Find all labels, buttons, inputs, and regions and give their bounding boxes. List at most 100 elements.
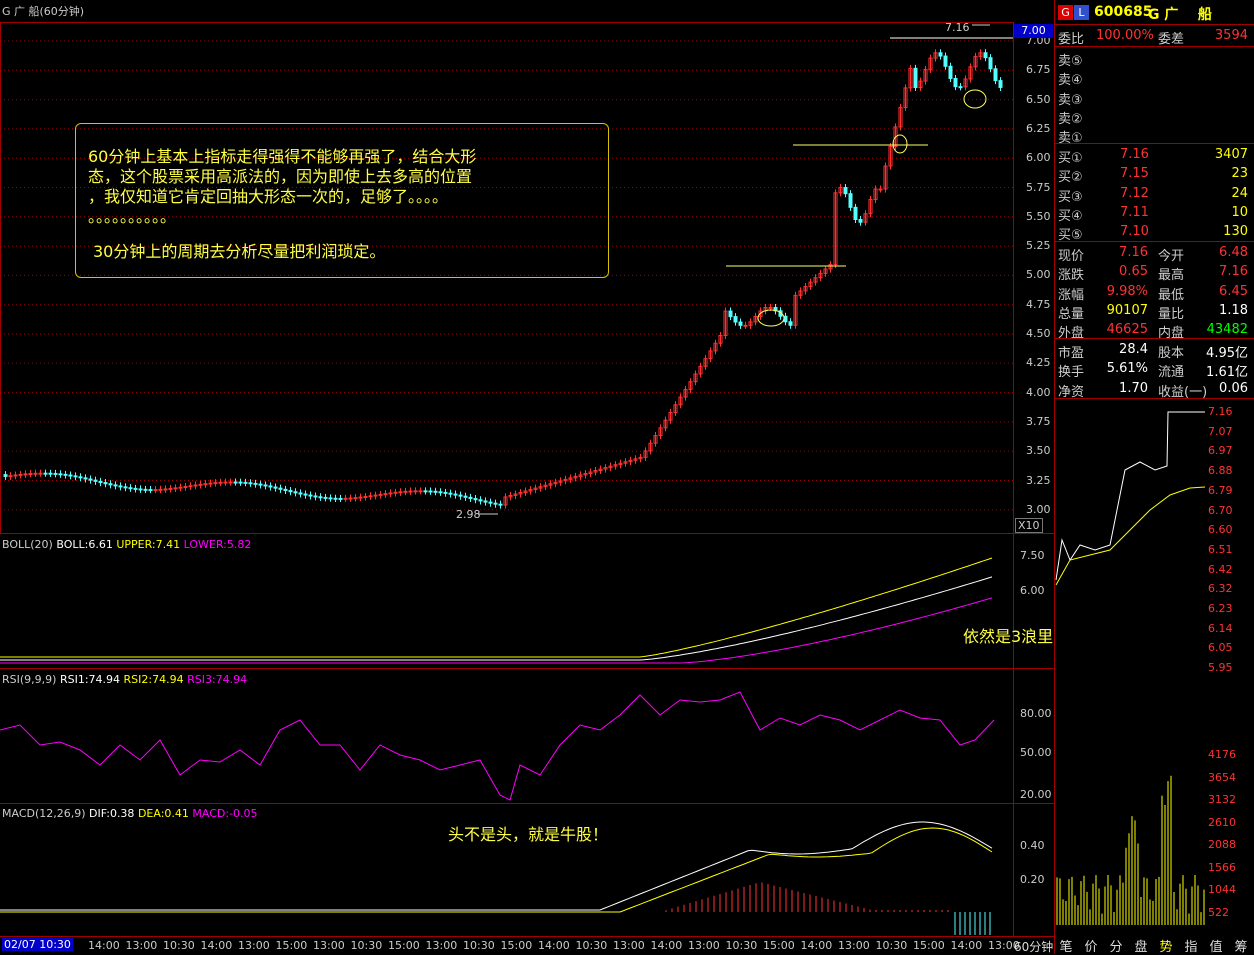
macd-tick-2: 0.20 (1020, 873, 1045, 886)
weibi-row: 委比 100.00% 委差 3594 (1054, 27, 1254, 47)
tab-4[interactable]: 势 (1154, 936, 1178, 955)
stat-row: 涨跌 0.65 最高 7.16 (1054, 263, 1254, 283)
candle-body (43, 472, 48, 475)
boll-title: BOLL(20) (2, 538, 53, 551)
boll-upper-line (0, 557, 993, 658)
time-label: 14:00 (200, 939, 233, 952)
candle-body (358, 496, 363, 499)
candle-body (498, 503, 503, 506)
price-tick: 4.50 (1026, 327, 1051, 340)
mini-vol-tick: 2088 (1208, 838, 1236, 851)
time-label: 13:00 (125, 939, 158, 952)
price-tick: 3.75 (1026, 414, 1051, 428)
macd-dif: DIF:0.38 (89, 807, 135, 820)
stat-label: 今开 (1158, 249, 1185, 264)
order-row[interactable]: 买② 7.15 23 (1054, 165, 1254, 186)
tab-7[interactable]: 筹 (1229, 936, 1253, 955)
price-tick: 5.75 (1026, 180, 1051, 194)
candle-body (38, 472, 43, 475)
macd-dea: DEA:0.41 (137, 807, 189, 820)
stat-value: 6.45 (1219, 283, 1248, 299)
candle-body (233, 481, 238, 484)
stat-label: 股本 (1158, 346, 1185, 361)
order-row[interactable]: 卖④ (1054, 68, 1254, 88)
time-label: 13:00 (238, 939, 270, 952)
tab-3[interactable]: 盘 (1129, 936, 1153, 955)
candle-body (238, 481, 243, 484)
candle-body (63, 473, 68, 476)
mini-price-tick: 6.23 (1208, 602, 1233, 615)
mini-vol-tick: 4176 (1208, 748, 1236, 761)
candle-body (138, 488, 143, 491)
candle-body (163, 488, 168, 491)
weibi-label: 委比 (1058, 32, 1085, 47)
order-row[interactable]: 卖② (1054, 107, 1254, 127)
top-pullback-circle (963, 89, 987, 109)
rsi-tick-1: 80.00 (1020, 707, 1052, 720)
candle-body (308, 494, 313, 497)
time-label: 10:30 (463, 939, 495, 952)
stat-value: 1.18 (1219, 302, 1248, 318)
candle-body (283, 488, 288, 492)
mini-price-tick: 6.51 (1208, 542, 1233, 556)
tab-6[interactable]: 值 (1204, 936, 1228, 955)
macd-header: MACD(12,26,9) DIF:0.38 DEA:0.41 MACD:-0.… (2, 807, 258, 820)
stat-label: 涨幅 (1058, 287, 1085, 303)
quote-panel: G L 600685 G 广 船 委比 100.00% 委差 3594 卖⑤ 卖… (1054, 0, 1254, 954)
order-label: 买② (1058, 170, 1083, 186)
candle-body (983, 52, 988, 59)
tab-1[interactable]: 价 (1079, 936, 1103, 955)
rsi-title: RSI(9,9,9) (2, 673, 57, 686)
candle-body (353, 497, 358, 500)
order-row[interactable]: 卖③ (1054, 88, 1254, 108)
tab-0[interactable]: 笔 (1054, 936, 1078, 955)
rsi-tick-2: 50.00 (1020, 746, 1052, 759)
time-label: 14:00 (88, 939, 120, 952)
order-row[interactable]: 买④ 7.11 10 (1054, 204, 1254, 224)
candle-body (938, 52, 943, 57)
candle-body (293, 491, 298, 494)
stat-value: 28.4 (1119, 342, 1148, 357)
mini-vol-tick: 3132 (1208, 793, 1236, 806)
candle-body (458, 494, 463, 497)
bottom-tabs: 笔价分盘势指值筹 (1054, 936, 1254, 955)
candle-body (18, 473, 23, 476)
candle-body (843, 187, 848, 195)
price-tick: 6.00 (1026, 151, 1051, 165)
stat-value: 5.61% (1106, 361, 1148, 377)
boll-lower-line (0, 597, 993, 664)
tab-2[interactable]: 分 (1104, 936, 1128, 955)
boll-note: 依然是3浪里 (963, 627, 1054, 646)
candle-body (468, 496, 473, 500)
weicha-label: 委差 (1158, 32, 1185, 47)
stat-value: 1.70 (1119, 380, 1148, 396)
candle-body (278, 487, 283, 490)
candle-body (88, 478, 93, 481)
candle-body (913, 67, 918, 89)
candle-body (8, 475, 13, 478)
mini-price-tick: 6.32 (1208, 582, 1233, 596)
period-switch[interactable]: 60分钟 (1014, 938, 1053, 955)
order-row[interactable]: 买⑤ 7.10 130 (1054, 223, 1254, 243)
stat-label: 量比 (1158, 306, 1185, 322)
order-row[interactable]: 卖⑤ (1054, 49, 1254, 69)
order-row[interactable]: 买③ 7.12 24 (1054, 185, 1254, 205)
time-label: 14:00 (538, 939, 570, 952)
candle-body (108, 483, 113, 486)
weibi-value: 100.00% (1096, 28, 1154, 43)
candle-body (223, 481, 228, 484)
time-label: 10:30 (350, 939, 383, 952)
stat-value: 0.06 (1219, 380, 1248, 396)
candle-body (228, 481, 233, 484)
candle-body (383, 493, 388, 496)
mini-price-tick: 6.60 (1208, 523, 1233, 537)
boll-tick-1: 7.50 (1020, 549, 1045, 562)
stat-label: 净资 (1058, 384, 1085, 400)
order-label: 买③ (1058, 189, 1083, 205)
tab-5[interactable]: 指 (1179, 936, 1203, 955)
candle-body (423, 490, 428, 493)
order-row[interactable]: 买① 7.16 3407 (1054, 146, 1254, 166)
window-title: G 广 船(60分钟) (2, 5, 85, 18)
candle-body (858, 218, 863, 223)
boll-mid-line (0, 576, 993, 661)
